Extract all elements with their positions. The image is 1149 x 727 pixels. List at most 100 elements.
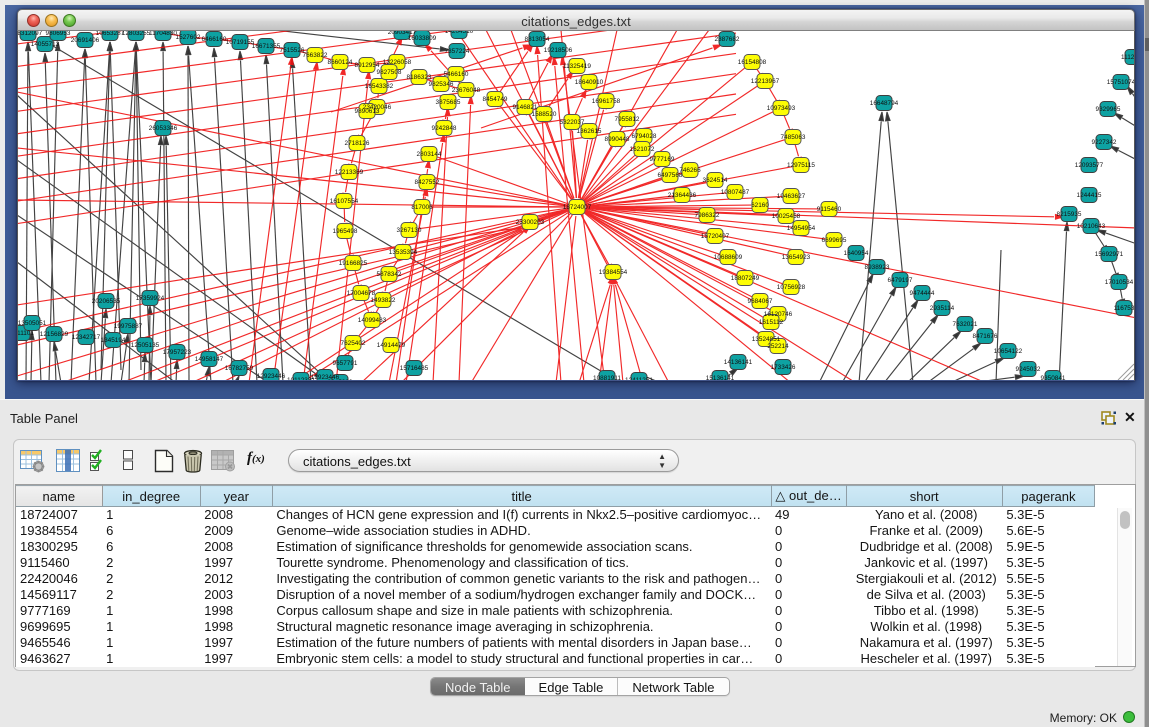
svg-text:5466160: 5466160 xyxy=(444,71,469,78)
svg-text:11325419: 11325419 xyxy=(563,63,591,70)
svg-text:8454749: 8454749 xyxy=(483,96,508,103)
svg-text:8215935: 8215935 xyxy=(1057,211,1082,218)
svg-text:10807487: 10807487 xyxy=(721,189,750,196)
svg-text:12923446: 12923446 xyxy=(257,373,286,380)
svg-text:19463627: 19463627 xyxy=(777,193,806,200)
svg-text:23300203: 23300203 xyxy=(516,219,545,226)
svg-text:1621072: 1621072 xyxy=(630,146,655,153)
svg-text:9827508: 9827508 xyxy=(377,69,402,76)
svg-text:8990448: 8990448 xyxy=(605,136,630,143)
svg-text:2387682: 2387682 xyxy=(715,36,740,43)
svg-text:13524851: 13524851 xyxy=(752,336,781,343)
svg-text:12093577: 12093577 xyxy=(1075,162,1104,169)
svg-text:15751074: 15751074 xyxy=(1107,79,1135,86)
svg-text:9146821: 9146821 xyxy=(513,104,538,111)
svg-text:1615112: 1615112 xyxy=(759,319,784,326)
svg-text:9115460: 9115460 xyxy=(817,206,842,213)
svg-text:14099483: 14099483 xyxy=(358,317,387,324)
svg-text:13505051: 13505051 xyxy=(18,320,47,327)
svg-text:9474444: 9474444 xyxy=(910,290,935,297)
svg-text:3267130: 3267130 xyxy=(397,227,422,234)
svg-text:1733426: 1733426 xyxy=(771,364,796,371)
svg-text:16107554: 16107554 xyxy=(330,198,359,205)
svg-text:5878342: 5878342 xyxy=(377,271,402,278)
svg-text:3624514: 3624514 xyxy=(703,177,728,184)
svg-text:16782759: 16782759 xyxy=(225,365,254,372)
svg-text:14954954: 14954954 xyxy=(787,225,816,232)
svg-text:8938923: 8938923 xyxy=(865,264,890,271)
svg-text:10756928: 10756928 xyxy=(777,284,806,291)
svg-text:3875685: 3875685 xyxy=(436,99,461,106)
svg-text:1527602: 1527602 xyxy=(176,34,201,41)
svg-text:7663822: 7663822 xyxy=(303,52,328,59)
svg-text:8471676: 8471676 xyxy=(973,333,998,340)
svg-text:19384554: 19384554 xyxy=(599,269,628,276)
svg-text:7515526: 7515526 xyxy=(280,47,305,54)
svg-text:18640910: 18640910 xyxy=(575,79,604,86)
svg-text:15716485: 15716485 xyxy=(400,365,429,372)
svg-text:10210643: 10210643 xyxy=(1077,223,1106,230)
svg-text:21364436: 21364436 xyxy=(668,192,697,199)
svg-text:13654923: 13654923 xyxy=(782,254,811,261)
svg-text:1588520: 1588520 xyxy=(532,111,557,118)
svg-text:12411251: 12411251 xyxy=(625,377,653,381)
svg-text:2935114: 2935114 xyxy=(930,305,955,312)
svg-text:9245032: 9245032 xyxy=(1016,366,1041,373)
svg-text:3911101: 3911101 xyxy=(18,330,34,337)
svg-text:1345194: 1345194 xyxy=(101,337,126,344)
svg-text:12505135: 12505135 xyxy=(131,342,160,349)
svg-text:7955812: 7955812 xyxy=(615,116,640,123)
svg-text:9245032: 9245032 xyxy=(328,379,353,381)
svg-text:19975887: 19975887 xyxy=(114,323,143,330)
svg-text:15692971: 15692971 xyxy=(1095,251,1124,258)
svg-text:9227342: 9227342 xyxy=(1092,139,1117,146)
svg-text:19166825: 19166825 xyxy=(339,260,368,267)
svg-text:18807249: 18807249 xyxy=(731,275,760,282)
svg-text:20691406: 20691406 xyxy=(71,37,100,44)
svg-text:10654122: 10654122 xyxy=(994,348,1023,355)
svg-text:15136141: 15136141 xyxy=(706,375,735,381)
svg-text:10719155: 10719155 xyxy=(226,39,255,46)
svg-text:9777169: 9777169 xyxy=(650,156,675,163)
svg-text:6479197: 6479197 xyxy=(888,277,913,284)
svg-text:6466160: 6466160 xyxy=(202,36,227,43)
svg-text:7986322: 7986322 xyxy=(695,212,720,219)
svg-text:13535394: 13535394 xyxy=(389,249,418,256)
svg-text:16648794: 16648794 xyxy=(870,100,899,107)
svg-text:7625402: 7625402 xyxy=(341,340,366,347)
svg-text:8660124: 8660124 xyxy=(328,59,353,66)
svg-text:10653287: 10653287 xyxy=(96,31,125,37)
svg-text:16033809: 16033809 xyxy=(408,35,437,42)
svg-text:1965498: 1965498 xyxy=(333,228,358,235)
svg-text:1244415: 1244415 xyxy=(1077,192,1102,199)
svg-text:16120746: 16120746 xyxy=(764,311,793,318)
svg-text:14055713: 14055713 xyxy=(31,41,60,48)
svg-text:12342717: 12342717 xyxy=(72,334,101,341)
svg-text:16961758: 16961758 xyxy=(592,98,621,105)
svg-text:10881911: 10881911 xyxy=(593,375,621,381)
svg-text:7357224: 7357224 xyxy=(445,48,470,55)
svg-text:17004678: 17004678 xyxy=(347,290,376,297)
svg-text:9329965: 9329965 xyxy=(1096,106,1121,113)
svg-text:14136141: 14136141 xyxy=(724,359,753,366)
svg-text:12213369: 12213369 xyxy=(335,169,364,176)
svg-text:8427552: 8427552 xyxy=(415,179,440,186)
svg-text:2803144: 2803144 xyxy=(417,151,442,158)
svg-text:8912954: 8912954 xyxy=(355,62,380,69)
svg-text:17359924: 17359924 xyxy=(136,295,165,302)
svg-text:26053346: 26053346 xyxy=(149,125,178,132)
svg-text:10025458: 10025458 xyxy=(772,213,801,220)
svg-text:7485063: 7485063 xyxy=(781,134,806,141)
svg-text:1362615: 1362615 xyxy=(577,128,602,135)
svg-text:2718126: 2718126 xyxy=(345,140,370,147)
svg-text:8813054: 8813054 xyxy=(525,36,550,43)
svg-text:10688609: 10688609 xyxy=(714,254,743,261)
svg-text:18312097: 18312097 xyxy=(18,31,43,37)
svg-text:9825346: 9825346 xyxy=(429,81,454,88)
svg-text:746266: 746266 xyxy=(679,167,701,174)
svg-text:10973493: 10973493 xyxy=(767,105,796,112)
svg-text:252214: 252214 xyxy=(767,343,789,350)
svg-text:8186323: 8186323 xyxy=(407,74,432,81)
svg-text:16154808: 16154808 xyxy=(738,59,767,66)
svg-text:9806953: 9806953 xyxy=(46,31,71,37)
